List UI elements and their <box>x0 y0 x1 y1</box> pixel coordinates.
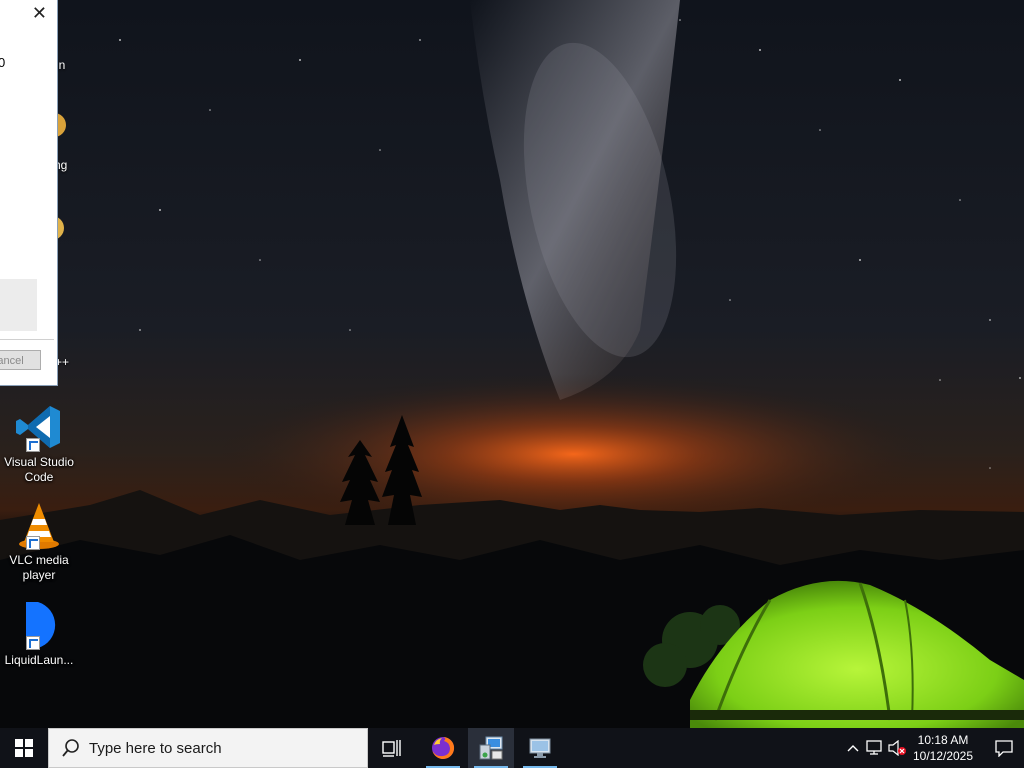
remote-desktop-icon <box>529 738 551 758</box>
desktop-icon-vlc[interactable]: VLC media player <box>2 500 76 583</box>
control-panel-icon <box>479 736 503 760</box>
shortcut-arrow-icon <box>26 636 40 650</box>
network-button[interactable] <box>864 740 886 756</box>
desktop-icon-label: Visual Studio Code <box>4 455 74 484</box>
cancel-button[interactable]: ancel <box>0 350 41 370</box>
clock-time: 10:18 AM <box>917 733 969 747</box>
chevron-up-icon <box>847 745 859 752</box>
clock-date: 10/12/2025 <box>912 749 974 763</box>
shortcut-arrow-icon <box>26 438 40 452</box>
dialog-window: ✕ 0 ancel <box>0 0 58 386</box>
vlc-icon <box>14 500 64 550</box>
taskbar: Type here to search 10:18 AM 10/12/2025 <box>0 728 1024 768</box>
shortcut-arrow-icon <box>26 536 40 550</box>
taskbar-app-firefox[interactable] <box>420 728 466 768</box>
vscode-icon <box>14 402 64 452</box>
windows-logo-icon <box>15 739 33 757</box>
show-hidden-icons-button[interactable] <box>842 744 864 752</box>
desktop-icon-label: VLC media player <box>9 553 69 582</box>
taskbar-app-control-panel[interactable] <box>468 728 514 768</box>
close-button[interactable]: ✕ <box>32 3 47 23</box>
firefox-icon <box>432 736 455 759</box>
volume-button[interactable] <box>886 740 908 756</box>
task-view-icon <box>382 740 401 757</box>
network-icon <box>866 740 882 755</box>
system-tray: 10:18 AM 10/12/2025 <box>842 728 1024 768</box>
desktop-wallpaper <box>0 0 1024 728</box>
dialog-separator <box>0 339 54 340</box>
notification-icon <box>995 740 1013 757</box>
desktop-icon-vscode[interactable]: Visual Studio Code <box>2 402 76 485</box>
desktop-icon-label: LiquidLaun... <box>4 653 74 667</box>
start-button[interactable] <box>0 728 48 768</box>
clock[interactable]: 10:18 AM 10/12/2025 <box>908 732 978 764</box>
action-center-button[interactable] <box>984 728 1024 768</box>
liquidlauncher-icon <box>14 600 64 650</box>
dialog-content-panel <box>0 279 37 331</box>
task-view-button[interactable] <box>370 728 414 768</box>
dialog-partial-text: 0 <box>0 55 5 70</box>
search-icon <box>62 739 79 757</box>
search-placeholder: Type here to search <box>89 739 222 757</box>
search-box[interactable]: Type here to search <box>48 728 368 768</box>
volume-muted-icon <box>888 740 906 756</box>
desktop-icon-liquidlauncher[interactable]: LiquidLaun... <box>2 600 76 668</box>
taskbar-app-remote-desktop[interactable] <box>517 728 563 768</box>
